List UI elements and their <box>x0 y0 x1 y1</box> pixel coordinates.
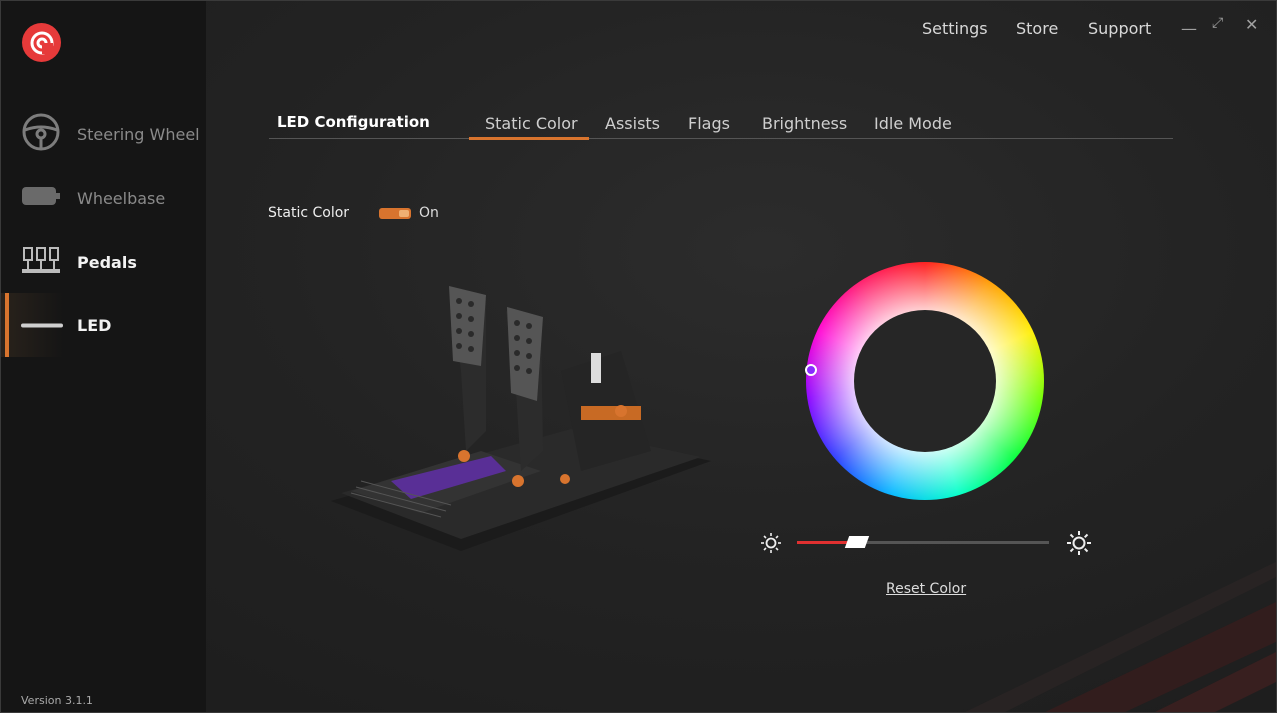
pedals-icon <box>21 245 61 279</box>
sidebar-item-label: Wheelbase <box>77 188 166 208</box>
sidebar-item-wheelbase[interactable]: Wheelbase <box>1 166 206 230</box>
toggle-knob <box>399 210 409 217</box>
static-color-label: Static Color <box>268 205 350 221</box>
app-window: Steering Wheel Wheelbase Pedals LED Vers… <box>0 0 1277 713</box>
color-wheel-handle[interactable] <box>805 364 817 376</box>
color-wheel-center <box>854 310 996 452</box>
brightness-slider-thumb[interactable] <box>845 536 870 548</box>
sidebar-item-led[interactable]: LED <box>1 293 206 357</box>
tab-idle-mode[interactable]: Idle Mode <box>874 114 952 133</box>
tabs-divider <box>269 138 1173 139</box>
brightness-high-icon[interactable] <box>1066 530 1092 560</box>
settings-link[interactable]: Settings <box>922 19 988 38</box>
brightness-slider-track[interactable] <box>797 541 1049 544</box>
minimize-button[interactable]: — <box>1181 19 1197 38</box>
sidebar-item-label: Steering Wheel <box>77 124 200 144</box>
sidebar: Steering Wheel Wheelbase Pedals LED Vers… <box>1 1 206 712</box>
page-title: LED Configuration <box>277 113 430 131</box>
sidebar-item-label: LED <box>77 315 112 335</box>
led-icon <box>21 316 63 335</box>
steering-wheel-icon <box>21 112 61 156</box>
sidebar-item-label: Pedals <box>77 252 137 272</box>
tab-brightness[interactable]: Brightness <box>762 114 847 133</box>
active-indicator <box>5 293 9 357</box>
support-link[interactable]: Support <box>1088 19 1151 38</box>
close-button[interactable]: ✕ <box>1245 15 1258 34</box>
sidebar-item-steering-wheel[interactable]: Steering Wheel <box>1 102 206 166</box>
active-tab-indicator <box>469 137 589 140</box>
maximize-button[interactable]: ⤢ <box>1212 15 1223 31</box>
static-color-toggle[interactable] <box>379 208 411 219</box>
pedals-product-image <box>331 286 711 551</box>
tab-static-color[interactable]: Static Color <box>485 114 578 133</box>
store-link[interactable]: Store <box>1016 19 1058 38</box>
toggle-state-label: On <box>419 205 439 221</box>
version-label: Version 3.1.1 <box>21 694 93 707</box>
reset-color-link[interactable]: Reset Color <box>886 581 966 597</box>
app-logo-icon[interactable] <box>22 23 61 62</box>
brightness-low-icon[interactable] <box>760 532 782 558</box>
tab-flags[interactable]: Flags <box>688 114 730 133</box>
sidebar-item-pedals[interactable]: Pedals <box>1 230 206 294</box>
tab-assists[interactable]: Assists <box>605 114 660 133</box>
wheelbase-icon <box>21 184 61 212</box>
